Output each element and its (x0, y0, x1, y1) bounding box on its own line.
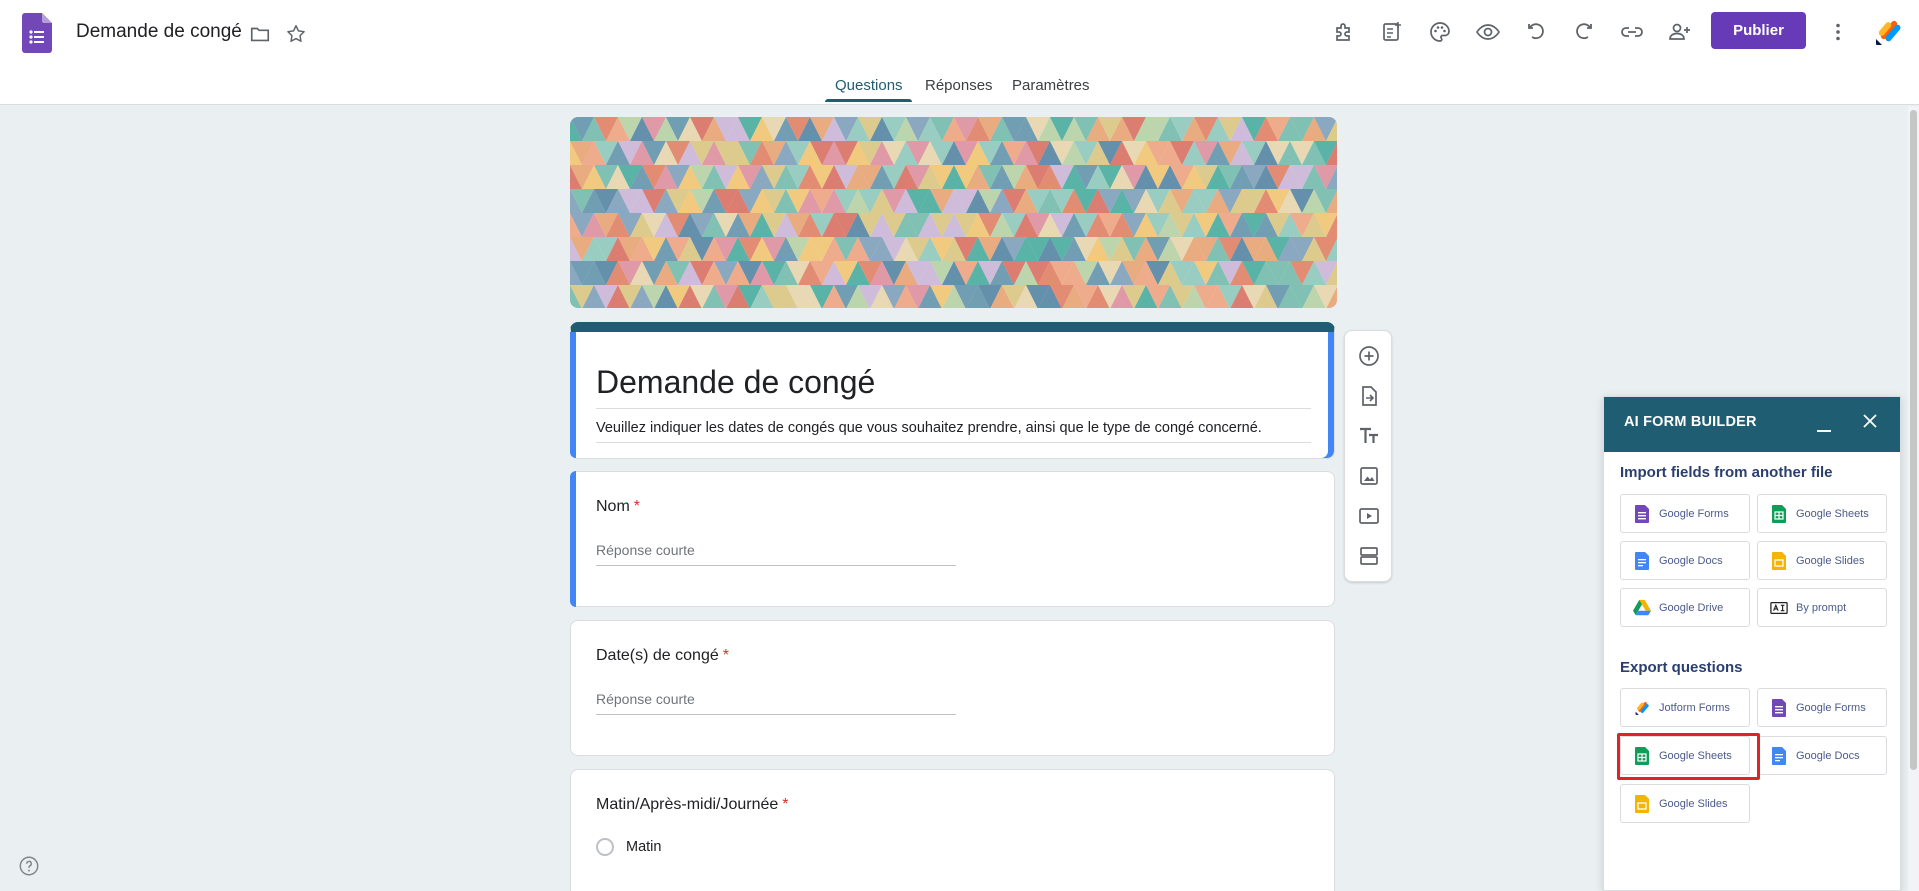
google-docs-icon (1770, 746, 1788, 766)
undo-icon[interactable] (1522, 18, 1550, 46)
export-section-heading: Export questions (1620, 659, 1743, 676)
button-label: Google Docs (1659, 554, 1723, 567)
redo-icon[interactable] (1570, 18, 1598, 46)
jotform-icon (1633, 698, 1651, 718)
selected-indicator (570, 332, 576, 458)
import-google-forms-button[interactable]: Google Forms (1620, 494, 1750, 533)
button-label: Google Sheets (1659, 749, 1732, 762)
google-forms-logo-icon[interactable] (22, 13, 52, 53)
google-slides-icon (1770, 551, 1788, 571)
question-title: Nom * (596, 498, 640, 516)
required-asterisk: * (633, 498, 641, 515)
document-title[interactable]: Demande de congé (76, 21, 242, 43)
export-google-sheets-button[interactable]: Google Sheets (1620, 736, 1750, 775)
add-question-icon[interactable] (1355, 342, 1383, 370)
selected-indicator (570, 471, 576, 607)
short-answer-placeholder: Réponse courte (596, 691, 695, 707)
question-card-period[interactable]: Matin/Après-midi/Journée * Matin (570, 769, 1335, 891)
link-icon[interactable] (1618, 18, 1646, 46)
google-docs-icon (1633, 551, 1651, 571)
divider (596, 408, 1311, 409)
tab-settings[interactable]: Paramètres (1012, 77, 1090, 94)
folder-icon[interactable] (248, 22, 272, 46)
required-asterisk: * (722, 647, 729, 664)
question-title: Date(s) de congé * (596, 647, 729, 665)
form-title[interactable]: Demande de congé (596, 364, 875, 401)
button-label: Google Sheets (1796, 507, 1869, 520)
tab-responses[interactable]: Réponses (925, 77, 993, 94)
question-title-text: Date(s) de congé (596, 647, 719, 664)
tab-questions[interactable]: Questions (835, 77, 903, 94)
export-google-slides-button[interactable]: Google Slides (1620, 784, 1750, 823)
button-label: Google Docs (1796, 749, 1860, 762)
form-title-card[interactable]: Demande de congé Veuillez indiquer les d… (570, 322, 1335, 459)
preview-icon[interactable] (1474, 18, 1502, 46)
import-google-drive-button[interactable]: Google Drive (1620, 588, 1750, 627)
jotform-icon[interactable] (1872, 16, 1904, 48)
prompt-icon (1770, 598, 1788, 618)
google-drive-icon (1633, 598, 1651, 618)
header-image (570, 117, 1337, 308)
top-app-bar: Demande de congé Publier (0, 0, 1919, 64)
button-label: By prompt (1796, 601, 1847, 614)
add-image-icon[interactable] (1355, 462, 1383, 490)
export-google-forms-button[interactable]: Google Forms (1757, 688, 1887, 727)
add-title-icon[interactable] (1355, 422, 1383, 450)
divider (596, 442, 1311, 443)
import-questions-icon[interactable] (1355, 382, 1383, 410)
google-forms-icon (1633, 504, 1651, 524)
button-label: Google Slides (1796, 554, 1865, 567)
form-description[interactable]: Veuillez indiquer les dates de congés qu… (596, 420, 1262, 436)
ai-form-builder-panel: AI FORM BUILDER Import fields from anoth… (1603, 396, 1901, 891)
button-label: Google Forms (1659, 507, 1729, 520)
add-video-icon[interactable] (1355, 502, 1383, 530)
import-google-docs-button[interactable]: Google Docs (1620, 541, 1750, 580)
more-vert-icon[interactable] (1824, 18, 1852, 46)
button-label: Google Forms (1796, 701, 1866, 714)
minimize-icon[interactable] (1815, 417, 1833, 435)
button-label: Google Slides (1659, 797, 1728, 810)
import-section-heading: Import fields from another file (1620, 464, 1833, 481)
radio-option-label: Matin (626, 839, 662, 855)
question-title: Matin/Après-midi/Journée * (596, 796, 789, 814)
answer-underline (596, 565, 956, 566)
button-label: Jotform Forms (1659, 701, 1730, 714)
google-sheets-icon (1770, 504, 1788, 524)
question-card-dates[interactable]: Date(s) de congé * Réponse courte (570, 620, 1335, 756)
short-answer-placeholder: Réponse courte (596, 542, 695, 558)
active-tab-indicator (825, 99, 912, 102)
help-icon[interactable] (18, 855, 40, 877)
question-card-nom[interactable]: Nom * Réponse courte (570, 471, 1335, 607)
question-title-text: Matin/Après-midi/Journée (596, 796, 779, 813)
required-asterisk: * (782, 796, 789, 813)
scrollbar-thumb[interactable] (1910, 110, 1917, 770)
add-collaborator-icon[interactable] (1666, 18, 1694, 46)
addons-icon[interactable] (1330, 18, 1358, 46)
import-google-slides-button[interactable]: Google Slides (1757, 541, 1887, 580)
ai-panel-title: AI FORM BUILDER (1624, 414, 1757, 430)
google-sheets-icon (1633, 746, 1651, 766)
ai-panel-header: AI FORM BUILDER (1604, 397, 1900, 452)
publish-button[interactable]: Publier (1711, 12, 1806, 49)
question-title-text: Nom (596, 498, 630, 515)
import-google-sheets-button[interactable]: Google Sheets (1757, 494, 1887, 533)
palette-icon[interactable] (1426, 18, 1454, 46)
radio-option-matin[interactable] (596, 838, 614, 856)
export-google-docs-button[interactable]: Google Docs (1757, 736, 1887, 775)
answer-underline (596, 714, 956, 715)
button-label: Google Drive (1659, 601, 1724, 614)
side-toolbar (1344, 330, 1392, 582)
quiz-icon[interactable] (1378, 18, 1406, 46)
close-icon[interactable] (1860, 411, 1880, 431)
tab-bar: Questions Réponses Paramètres (0, 64, 1919, 105)
export-jotform-forms-button[interactable]: Jotform Forms (1620, 688, 1750, 727)
google-forms-icon (1770, 698, 1788, 718)
add-section-icon[interactable] (1355, 542, 1383, 570)
star-icon[interactable] (284, 22, 308, 46)
import-by-prompt-button[interactable]: By prompt (1757, 588, 1887, 627)
google-slides-icon (1633, 794, 1651, 814)
